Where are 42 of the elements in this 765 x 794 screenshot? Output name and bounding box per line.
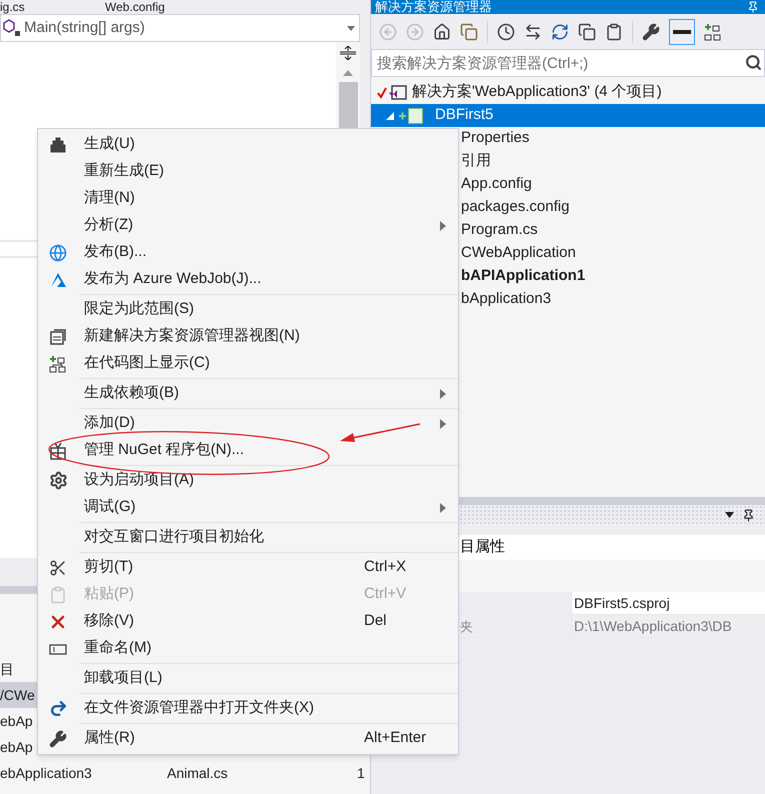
property-value: DBFirst5.csproj (571, 592, 765, 614)
table-cell: ebAp (0, 738, 33, 754)
menu-item[interactable]: 在代码图上显示(C) (38, 350, 458, 377)
menu-item[interactable]: 发布为 Azure WebJob(J)... (38, 266, 458, 293)
menu-item[interactable]: 限定为此范围(S) (38, 296, 458, 323)
menu-item[interactable]: 卸载项目(L) (38, 665, 458, 692)
menu-item[interactable]: 移除(V) Del (38, 608, 458, 635)
file-tab[interactable]: ig.cs (0, 0, 105, 14)
properties-header: 目属性 (460, 537, 505, 558)
menu-item[interactable]: 重命名(M) (38, 635, 458, 662)
tree-item[interactable]: 解决方案'WebApplication3' (4 个项目) (371, 81, 765, 104)
list-row[interactable]: ebAp (0, 734, 37, 760)
menu-item[interactable]: 对交互窗口进行项目初始化 (38, 524, 458, 551)
file-tab[interactable]: Web.config (105, 0, 165, 14)
menu-item[interactable]: 发布(B)... (38, 239, 458, 266)
column-header: 目 (0, 660, 14, 679)
menu-item[interactable]: 属性(R) Alt+Enter (38, 725, 458, 752)
menu-item[interactable]: 管理 NuGet 程序包(N)... (38, 437, 458, 464)
menu-item[interactable]: 添加(D) (38, 410, 458, 437)
table-cell: ebApplication3 (0, 764, 92, 780)
menu-item[interactable]: 调试(G) (38, 494, 458, 521)
menu-item[interactable]: 生成(U) (38, 131, 458, 158)
panel-title-bar: 解决方案资源管理器 (371, 0, 765, 14)
tree-item[interactable]: DBFirst5 (371, 104, 765, 127)
menu-item[interactable]: 新建解决方案资源管理器视图(N) (38, 323, 458, 350)
list-row[interactable]: ebApplication3 Animal.cs 1 (0, 760, 370, 786)
menu-item[interactable]: 重新生成(E) (38, 158, 458, 185)
menu-item[interactable]: 剪切(T) Ctrl+X (38, 554, 458, 581)
table-cell: ebAp (0, 712, 33, 728)
menu-item[interactable]: 在文件资源管理器中打开文件夹(X) (38, 695, 458, 722)
table-cell: 1 (357, 764, 365, 780)
menu-item[interactable]: 清理(N) (38, 185, 458, 212)
menu-item[interactable]: 生成依赖项(B) (38, 380, 458, 407)
list-row[interactable]: ebAp (0, 708, 37, 734)
table-cell: /CWe (0, 686, 35, 702)
table-cell: Animal.cs (167, 764, 228, 780)
list-row[interactable]: /CWe (0, 682, 37, 708)
member-dropdown[interactable]: Main(string[] args) (0, 14, 360, 42)
search-field[interactable]: 搜索解决方案资源管理器(Ctrl+;) (371, 49, 765, 77)
property-value: D:\1\WebApplication3\DB (571, 615, 765, 637)
property-name: 夹 (460, 619, 473, 634)
menu-item[interactable]: 分析(Z) (38, 212, 458, 239)
